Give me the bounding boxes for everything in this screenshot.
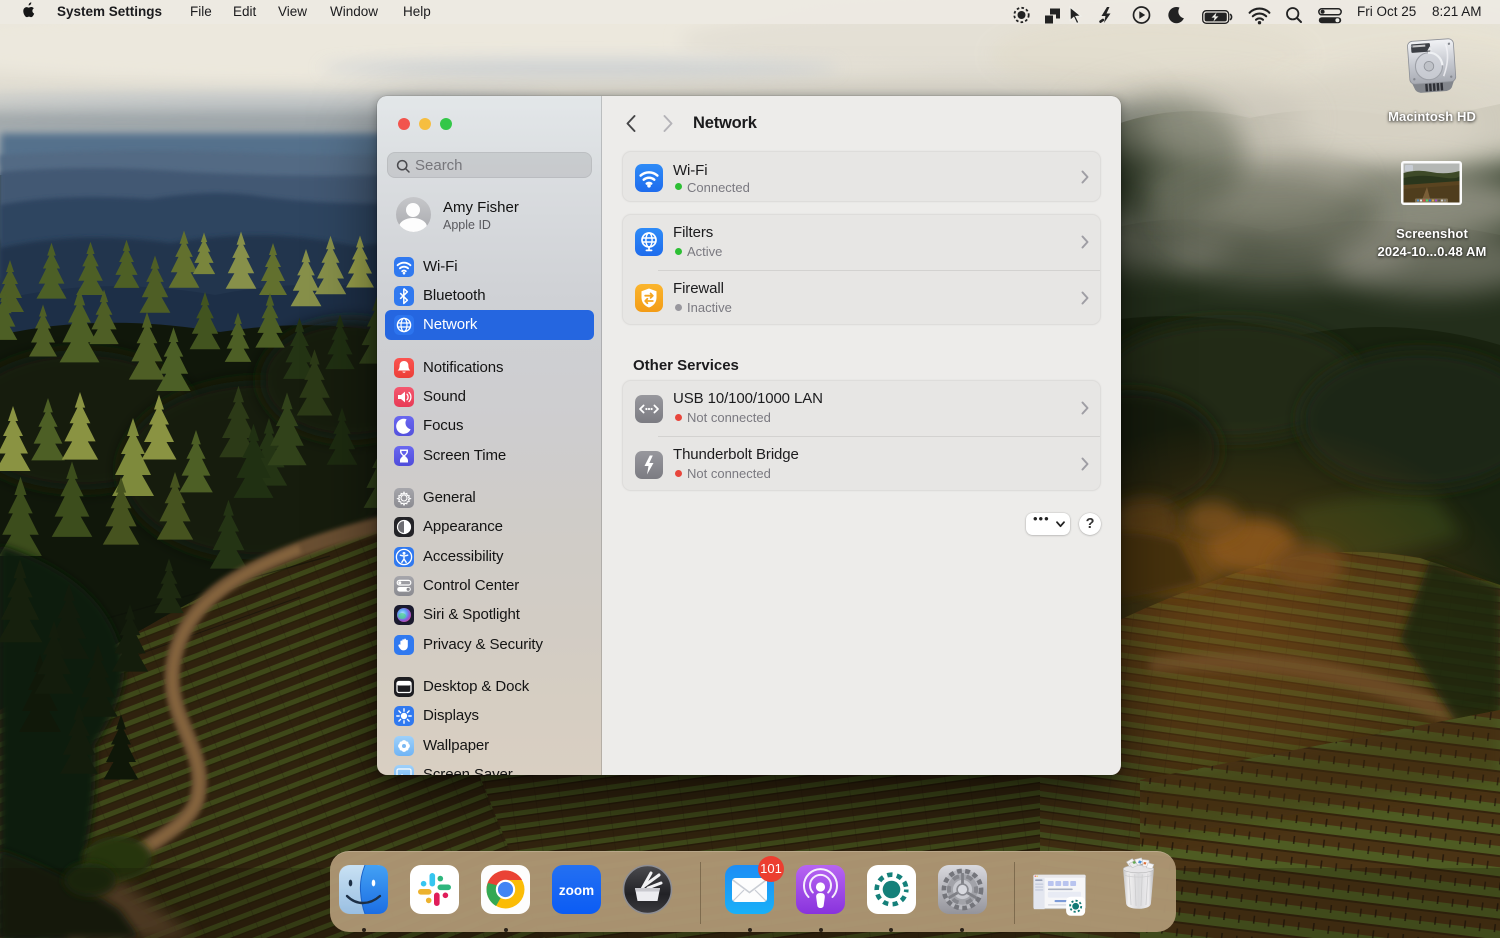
svg-text:zoom: zoom	[559, 883, 594, 898]
